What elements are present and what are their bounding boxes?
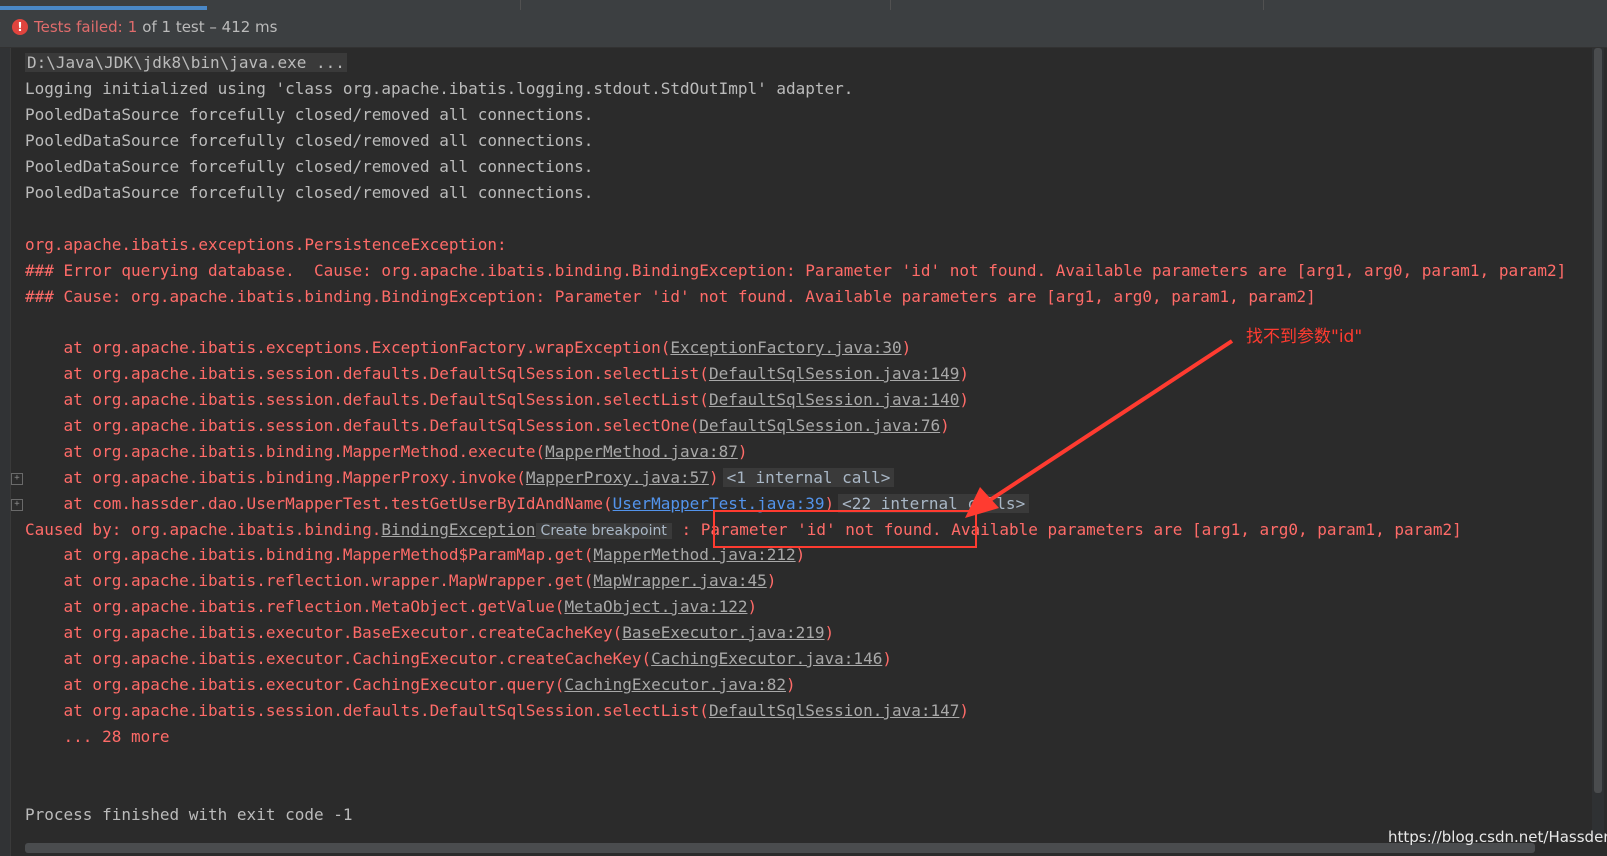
frame-method: at org.apache.ibatis.executor.CachingExe… — [25, 649, 652, 668]
frame-method: at org.apache.ibatis.binding.MapperMetho… — [25, 442, 546, 461]
expand-fold-icon[interactable]: + — [11, 499, 23, 511]
console-output[interactable]: D:\Java\JDK\jdk8\bin\java.exe ... Loggin… — [25, 48, 1585, 828]
scrollbar-thumb[interactable] — [1594, 48, 1602, 793]
source-link[interactable]: DefaultSqlSession.java:76 — [699, 416, 940, 435]
stack-frame: at org.apache.ibatis.executor.CachingExe… — [25, 646, 892, 671]
log-line: PooledDataSource forcefully closed/remov… — [25, 105, 594, 124]
exception-class-link[interactable]: BindingException — [381, 520, 535, 539]
source-link[interactable]: DefaultSqlSession.java:149 — [709, 364, 959, 383]
frame-method: at org.apache.ibatis.session.defaults.De… — [25, 390, 709, 409]
highlight-box — [713, 510, 977, 548]
source-link[interactable]: MetaObject.java:122 — [564, 597, 747, 616]
log-line: PooledDataSource forcefully closed/remov… — [25, 183, 594, 202]
status-label: Tests failed: — [34, 18, 123, 36]
frame-method: at org.apache.ibatis.reflection.MetaObje… — [25, 597, 565, 616]
frame-method: at org.apache.ibatis.session.defaults.De… — [25, 701, 709, 720]
error-icon: ! — [12, 19, 28, 35]
tab-separator — [1263, 0, 1264, 10]
stack-frame: at org.apache.ibatis.session.defaults.De… — [25, 698, 970, 723]
source-link[interactable]: DefaultSqlSession.java:147 — [709, 701, 959, 720]
frame-method: at com.hassder.dao.UserMapperTest.testGe… — [25, 494, 613, 513]
annotation-text: 找不到参数"id" — [1246, 327, 1363, 347]
log-line: PooledDataSource forcefully closed/remov… — [25, 131, 594, 150]
source-link[interactable]: DefaultSqlSession.java:140 — [709, 390, 959, 409]
frame-close: ) — [747, 597, 758, 616]
error-detail: Available parameters are [arg1, arg0, pa… — [941, 520, 1462, 539]
frame-method: at org.apache.ibatis.exceptions.Exceptio… — [25, 338, 671, 357]
stack-frame: at org.apache.ibatis.executor.BaseExecut… — [25, 620, 835, 645]
source-link[interactable]: BaseExecutor.java:219 — [622, 623, 824, 642]
source-link[interactable]: MapperMethod.java:87 — [545, 442, 738, 461]
horizontal-scrollbar[interactable] — [25, 843, 1535, 853]
stack-frame: at org.apache.ibatis.binding.MapperMetho… — [25, 542, 806, 567]
frame-close: ) — [940, 416, 950, 435]
frame-close: ) — [708, 468, 719, 487]
stack-frame: at org.apache.ibatis.session.defaults.De… — [25, 413, 950, 438]
source-link[interactable]: MapWrapper.java:45 — [593, 571, 766, 590]
more-frames: ... 28 more — [25, 727, 170, 746]
frame-method: at org.apache.ibatis.session.defaults.De… — [25, 416, 700, 435]
frame-method: at org.apache.ibatis.session.defaults.De… — [25, 364, 709, 383]
exception-line: ### Error querying database. Cause: org.… — [25, 261, 1567, 280]
frame-method: at org.apache.ibatis.binding.MapperMetho… — [25, 545, 594, 564]
frame-close: ) — [824, 623, 835, 642]
exit-message: Process finished with exit code -1 — [25, 805, 353, 824]
expand-fold-icon[interactable]: + — [11, 473, 23, 485]
source-link[interactable]: CachingExecutor.java:82 — [564, 675, 786, 694]
frame-close: ) — [959, 701, 970, 720]
log-line: PooledDataSource forcefully closed/remov… — [25, 157, 594, 176]
stack-frame: at org.apache.ibatis.executor.CachingExe… — [25, 672, 796, 697]
status-detail: of 1 test – 412 ms — [142, 18, 278, 36]
stack-frame: at org.apache.ibatis.binding.MapperMetho… — [25, 439, 748, 464]
stack-frame: at org.apache.ibatis.reflection.MetaObje… — [25, 594, 758, 619]
frame-close: ) — [786, 675, 796, 694]
internal-calls-hint[interactable]: <1 internal call> — [722, 468, 895, 487]
source-link[interactable]: CachingExecutor.java:146 — [651, 649, 882, 668]
command-line: D:\Java\JDK\jdk8\bin\java.exe ... — [25, 50, 347, 75]
frame-close: ) — [882, 649, 892, 668]
stack-frame: at org.apache.ibatis.session.defaults.De… — [25, 387, 970, 412]
watermark: https://blog.csdn.net/Hassder — [1388, 828, 1607, 846]
caused-by-separator: : — [671, 520, 701, 539]
tab-separator — [520, 0, 521, 10]
console-gutter — [0, 48, 11, 856]
frame-close: ) — [901, 338, 912, 357]
frame-close: ) — [766, 571, 777, 590]
test-status: ! Tests failed: 1 of 1 test – 412 ms — [12, 17, 278, 37]
source-link[interactable]: ExceptionFactory.java:30 — [670, 338, 901, 357]
frame-close: ) — [959, 390, 970, 409]
tab-separator — [890, 0, 891, 10]
exception-line: org.apache.ibatis.exceptions.Persistence… — [25, 235, 517, 254]
frame-method: at org.apache.ibatis.executor.CachingExe… — [25, 675, 565, 694]
frame-close: ) — [737, 442, 748, 461]
frame-method: at org.apache.ibatis.reflection.wrapper.… — [25, 571, 594, 590]
failed-count: 1 — [127, 18, 138, 36]
exception-line: ### Cause: org.apache.ibatis.binding.Bin… — [25, 287, 1316, 306]
stack-frame: at org.apache.ibatis.binding.MapperProxy… — [25, 465, 895, 490]
log-line: Logging initialized using 'class org.apa… — [25, 79, 854, 98]
vertical-scrollbar[interactable] — [1592, 48, 1604, 838]
stack-frame: at org.apache.ibatis.exceptions.Exceptio… — [25, 335, 912, 360]
create-breakpoint-button[interactable]: Create breakpoint — [535, 523, 672, 539]
frame-method: at org.apache.ibatis.executor.BaseExecut… — [25, 623, 623, 642]
run-command[interactable]: D:\Java\JDK\jdk8\bin\java.exe ... — [25, 53, 347, 72]
active-tab-indicator — [0, 6, 207, 10]
stack-frame: at org.apache.ibatis.reflection.wrapper.… — [25, 568, 777, 593]
tab-strip — [0, 0, 1607, 10]
frame-close: ) — [959, 364, 970, 383]
caused-by-prefix: Caused by: org.apache.ibatis.binding. — [25, 520, 382, 539]
frame-method: at org.apache.ibatis.binding.MapperProxy… — [25, 468, 526, 487]
test-results-toolbar: ! Tests failed: 1 of 1 test – 412 ms — [0, 0, 1607, 48]
source-link[interactable]: MapperProxy.java:57 — [526, 468, 709, 487]
stack-frame: at org.apache.ibatis.session.defaults.De… — [25, 361, 970, 386]
